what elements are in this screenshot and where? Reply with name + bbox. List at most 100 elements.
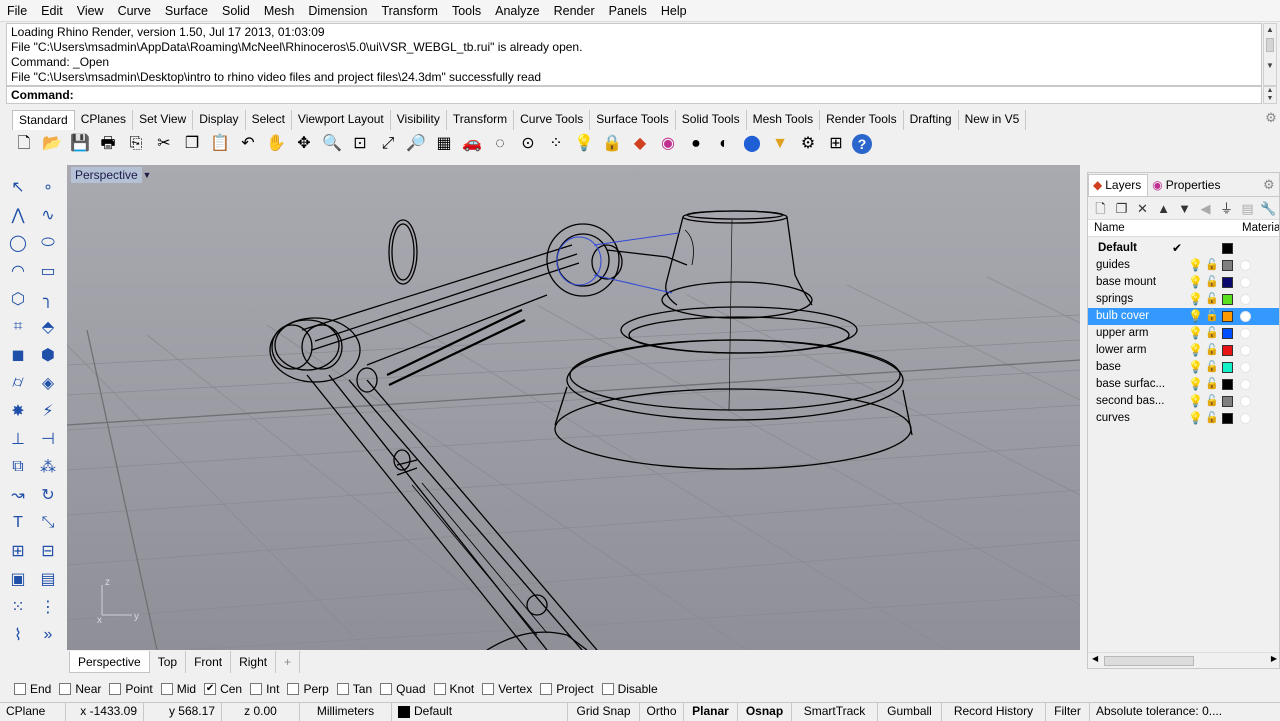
layer-visibility-bulb-icon[interactable]: 💡 [1188,257,1203,274]
tab-curve-tools[interactable]: Curve Tools [514,110,591,130]
hide-icon[interactable]: ◌ [488,132,512,156]
osnap-checkbox[interactable] [482,683,495,695]
layer-material-icon[interactable] [1240,294,1251,305]
car-icon[interactable]: 🚗 [460,132,484,156]
add-viewport-tab-icon[interactable]: + [276,651,301,673]
layer-visibility-bulb-icon[interactable]: 💡 [1188,393,1203,410]
layer-name[interactable]: base [1096,359,1121,376]
record-history-toggle[interactable]: Record History [942,702,1046,721]
layer-lock-icon[interactable]: 🔓 [1205,274,1219,291]
cplane-indicator[interactable]: CPlane [0,702,66,721]
layer-row[interactable]: springs 💡 🔓 [1088,291,1279,308]
layer-row[interactable]: guides 💡 🔓 [1088,257,1279,274]
layer-row[interactable]: bulb cover 💡 🔓 [1088,308,1279,325]
column-name-header[interactable]: Name [1094,222,1125,234]
color-wheel-icon[interactable]: ◉ [656,132,680,156]
lock-icon[interactable]: 🔒 [600,132,624,156]
layer-lock-icon[interactable]: 🔓 [1205,393,1219,410]
menu-panels[interactable]: Panels [602,0,654,22]
layer-name[interactable]: upper arm [1096,325,1148,342]
layer-visibility-bulb-icon[interactable]: 💡 [1188,291,1203,308]
layer-name[interactable]: springs [1096,291,1133,308]
layer-color-swatch[interactable] [1222,413,1233,424]
units-indicator[interactable]: Millimeters [300,702,392,721]
layer-color-swatch[interactable] [1222,328,1233,339]
delete-layer-icon[interactable]: ✕ [1134,200,1151,217]
split-icon[interactable]: ⊥ [5,426,31,452]
menu-edit[interactable]: Edit [34,0,70,22]
move-layer-up-icon[interactable]: ▲ [1155,200,1172,217]
layer-visibility-bulb-icon[interactable]: 💡 [1188,410,1203,427]
layer-lock-icon[interactable]: 🔓 [1205,308,1219,325]
layer-color-swatch[interactable] [1222,345,1233,356]
layer-lock-icon[interactable]: 🔓 [1205,359,1219,376]
viewport-canvas[interactable]: z y x [67,165,1080,650]
polygon-icon[interactable]: ⬡ [5,286,31,312]
layer-visibility-bulb-icon[interactable]: 💡 [1188,274,1203,291]
layer-lock-icon[interactable]: 🔓 [1205,325,1219,342]
hatch-icon[interactable]: ▤ [35,566,61,592]
menu-tools[interactable]: Tools [445,0,488,22]
layer-name[interactable]: second bas... [1096,393,1164,410]
scroll-thumb[interactable] [1266,38,1274,52]
layer-material-icon[interactable] [1240,277,1251,288]
command-line-scrollbar[interactable]: ▲ ▼ [1263,86,1277,104]
layer-row[interactable]: second bas... 💡 🔓 [1088,393,1279,410]
layer-material-icon[interactable] [1240,260,1251,271]
osnap-tan[interactable]: Tan [336,682,372,696]
layer-visibility-bulb-icon[interactable]: 💡 [1188,359,1203,376]
scroll-left-icon[interactable]: ◀ [1092,654,1098,663]
viewport-tab-top[interactable]: Top [150,651,187,673]
menu-help[interactable]: Help [654,0,694,22]
layer-name[interactable]: bulb cover [1096,308,1149,325]
command-input[interactable]: Command: [6,86,1262,104]
block-icon[interactable]: ⊞ [5,538,31,564]
osnap-checkbox[interactable] [59,683,72,695]
tab-mesh-tools[interactable]: Mesh Tools [747,110,821,130]
solid-box-icon[interactable]: ▣ [5,566,31,592]
layer-material-icon[interactable] [1240,379,1251,390]
layer-name[interactable]: Default [1098,240,1137,257]
dimension-icon[interactable]: ⤡ [35,510,61,536]
scroll-thumb[interactable] [1104,656,1194,666]
menu-dimension[interactable]: Dimension [301,0,374,22]
layer-lock-icon[interactable]: 🔓 [1205,257,1219,274]
rotate-icon[interactable]: ↻ [35,482,61,508]
boolean-icon[interactable]: ⧉ [5,454,31,480]
planar-toggle[interactable]: Planar [684,702,738,721]
array-icon[interactable]: ⁂ [35,454,61,480]
tab-cplanes[interactable]: CPlanes [75,110,134,130]
tab-visibility[interactable]: Visibility [391,110,447,130]
grid-array-icon[interactable]: ⁙ [5,594,31,620]
viewport-title[interactable]: Perspective [71,167,142,183]
cylinder-icon[interactable]: ⌭ [5,370,31,396]
layer-visibility-bulb-icon[interactable]: 💡 [1188,376,1203,393]
viewport-tab-front[interactable]: Front [186,651,232,673]
layer-material-icon[interactable] [1240,328,1251,339]
new-file-icon[interactable]: 🗋 [12,132,36,156]
move-curve-icon[interactable]: ↝ [5,482,31,508]
tab-render-tools[interactable]: Render Tools [820,110,904,130]
layer-color-swatch[interactable] [1222,294,1233,305]
tab-select[interactable]: Select [246,110,292,130]
viewport-tab-right[interactable]: Right [231,651,277,673]
layer-visibility-bulb-icon[interactable]: 💡 [1188,308,1203,325]
extrude-surface-icon[interactable]: ⬘ [35,314,61,340]
grid-points-icon[interactable]: ⁘ [544,132,568,156]
save-icon[interactable]: 💾 [68,132,92,156]
layer-visibility-bulb-icon[interactable]: 💡 [1188,325,1203,342]
layer-color-swatch[interactable] [1222,379,1233,390]
blue-sphere-icon[interactable]: ⬤ [740,132,764,156]
layer-state-icon[interactable]: ▤ [1239,200,1256,217]
help-icon[interactable]: ? [852,134,872,154]
tab-surface-tools[interactable]: Surface Tools [590,110,676,130]
osnap-mid[interactable]: Mid [160,682,196,696]
osnap-int[interactable]: Int [250,682,279,696]
layer-color-swatch[interactable] [1222,362,1233,373]
grid-snap-toggle[interactable]: Grid Snap [568,702,640,721]
tab-standard[interactable]: Standard [12,110,75,130]
layer-material-icon[interactable] [1240,345,1251,356]
ortho-toggle[interactable]: Ortho [640,702,684,721]
command-history-scrollbar[interactable]: ▲ ▼ [1263,23,1277,86]
osnap-checkbox[interactable] [287,683,300,695]
